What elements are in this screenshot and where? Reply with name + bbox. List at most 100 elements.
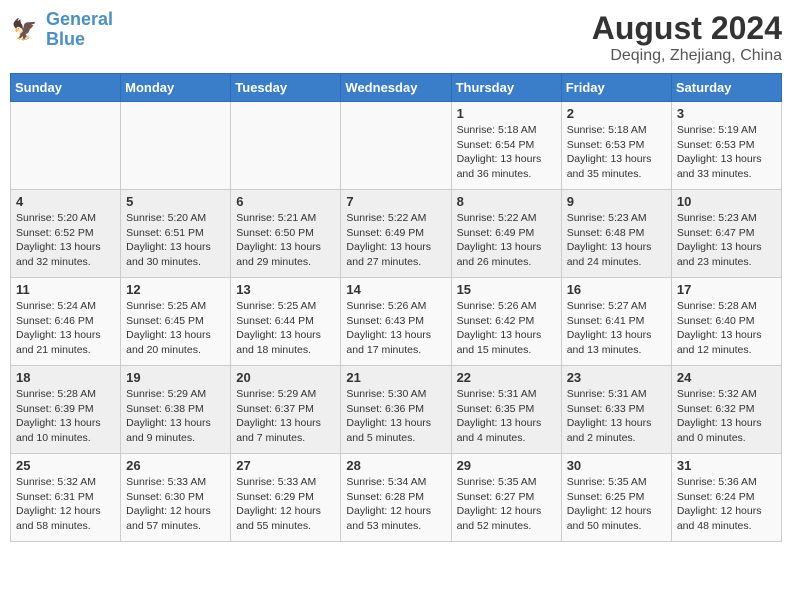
cell-info: Sunrise: 5:30 AM Sunset: 6:36 PM Dayligh… — [346, 387, 445, 446]
cell-info: Sunrise: 5:28 AM Sunset: 6:39 PM Dayligh… — [16, 387, 115, 446]
location: Deqing, Zhejiang, China — [592, 47, 782, 65]
week-row-4: 18Sunrise: 5:28 AM Sunset: 6:39 PM Dayli… — [11, 366, 782, 454]
cell-info: Sunrise: 5:20 AM Sunset: 6:51 PM Dayligh… — [126, 211, 225, 270]
day-number: 25 — [16, 458, 115, 473]
calendar-cell-3-1: 19 Sunrise: 5:29 AM Sunset: 6:38 PM Dayli… — [121, 366, 231, 454]
week-row-5: 25 Sunrise: 5:32 AM Sunset: 6:31 PM Dayli… — [11, 454, 782, 542]
day-number: 6 — [236, 194, 335, 209]
cell-info: Sunrise: 5:24 AM Sunset: 6:46 PM Dayligh… — [16, 299, 115, 358]
day-number: 1 — [457, 106, 556, 121]
cell-info: Sunrise: 5:23 AM Sunset: 6:47 PM Dayligh… — [677, 211, 776, 270]
calendar-cell-1-0: 4 Sunrise: 5:20 AM Sunset: 6:52 PM Daylig… — [11, 190, 121, 278]
day-number: 19 — [126, 370, 225, 385]
cell-info: Sunrise: 5:23 AM Sunset: 6:48 PM Dayligh… — [567, 211, 666, 270]
cell-info: Sunrise: 5:21 AM Sunset: 6:50 PM Dayligh… — [236, 211, 335, 270]
day-number: 28 — [346, 458, 445, 473]
cell-info: Sunrise: 5:22 AM Sunset: 6:49 PM Dayligh… — [346, 211, 445, 270]
calendar-cell-0-1 — [121, 102, 231, 190]
day-number: 31 — [677, 458, 776, 473]
cell-info: Sunrise: 5:31 AM Sunset: 6:33 PM Dayligh… — [567, 387, 666, 446]
cell-info: Sunrise: 5:31 AM Sunset: 6:35 PM Dayligh… — [457, 387, 556, 446]
calendar-cell-4-3: 28Sunrise: 5:34 AM Sunset: 6:28 PM Dayli… — [341, 454, 451, 542]
day-number: 4 — [16, 194, 115, 209]
calendar-cell-1-5: 9 Sunrise: 5:23 AM Sunset: 6:48 PM Daylig… — [561, 190, 671, 278]
calendar-cell-4-0: 25 Sunrise: 5:32 AM Sunset: 6:31 PM Dayli… — [11, 454, 121, 542]
cell-info: Sunrise: 5:18 AM Sunset: 6:54 PM Dayligh… — [457, 123, 556, 182]
day-number: 24 — [677, 370, 776, 385]
svg-text:🦅: 🦅 — [12, 16, 38, 41]
weekday-header-friday: Friday — [561, 74, 671, 102]
calendar-cell-4-5: 30Sunrise: 5:35 AM Sunset: 6:25 PM Dayli… — [561, 454, 671, 542]
calendar-cell-2-4: 15 Sunrise: 5:26 AM Sunset: 6:42 PM Dayli… — [451, 278, 561, 366]
cell-info: Sunrise: 5:25 AM Sunset: 6:45 PM Dayligh… — [126, 299, 225, 358]
calendar-cell-0-3 — [341, 102, 451, 190]
weekday-header-wednesday: Wednesday — [341, 74, 451, 102]
day-number: 9 — [567, 194, 666, 209]
weekday-header-saturday: Saturday — [671, 74, 781, 102]
calendar-cell-0-5: 2 Sunrise: 5:18 AM Sunset: 6:53 PM Daylig… — [561, 102, 671, 190]
week-row-2: 4 Sunrise: 5:20 AM Sunset: 6:52 PM Daylig… — [11, 190, 782, 278]
weekday-header-tuesday: Tuesday — [231, 74, 341, 102]
cell-info: Sunrise: 5:36 AM Sunset: 6:24 PM Dayligh… — [677, 475, 776, 534]
day-number: 17 — [677, 282, 776, 297]
cell-info: Sunrise: 5:18 AM Sunset: 6:53 PM Dayligh… — [567, 123, 666, 182]
cell-info: Sunrise: 5:20 AM Sunset: 6:52 PM Dayligh… — [16, 211, 115, 270]
calendar-cell-4-1: 26Sunrise: 5:33 AM Sunset: 6:30 PM Dayli… — [121, 454, 231, 542]
cell-info: Sunrise: 5:25 AM Sunset: 6:44 PM Dayligh… — [236, 299, 335, 358]
calendar-cell-2-1: 12 Sunrise: 5:25 AM Sunset: 6:45 PM Dayli… — [121, 278, 231, 366]
cell-info: Sunrise: 5:32 AM Sunset: 6:32 PM Dayligh… — [677, 387, 776, 446]
day-number: 2 — [567, 106, 666, 121]
calendar-cell-2-5: 16 Sunrise: 5:27 AM Sunset: 6:41 PM Dayli… — [561, 278, 671, 366]
calendar-cell-3-3: 21 Sunrise: 5:30 AM Sunset: 6:36 PM Dayli… — [341, 366, 451, 454]
day-number: 20 — [236, 370, 335, 385]
calendar-cell-0-6: 3Sunrise: 5:19 AM Sunset: 6:53 PM Daylig… — [671, 102, 781, 190]
calendar-cell-2-0: 11 Sunrise: 5:24 AM Sunset: 6:46 PM Dayli… — [11, 278, 121, 366]
cell-info: Sunrise: 5:33 AM Sunset: 6:29 PM Dayligh… — [236, 475, 335, 534]
weekday-header-monday: Monday — [121, 74, 231, 102]
calendar-cell-3-0: 18Sunrise: 5:28 AM Sunset: 6:39 PM Dayli… — [11, 366, 121, 454]
calendar-cell-3-6: 24 Sunrise: 5:32 AM Sunset: 6:32 PM Dayli… — [671, 366, 781, 454]
cell-info: Sunrise: 5:26 AM Sunset: 6:43 PM Dayligh… — [346, 299, 445, 358]
calendar-cell-2-6: 17 Sunrise: 5:28 AM Sunset: 6:40 PM Dayli… — [671, 278, 781, 366]
cell-info: Sunrise: 5:27 AM Sunset: 6:41 PM Dayligh… — [567, 299, 666, 358]
calendar-cell-0-0 — [11, 102, 121, 190]
cell-info: Sunrise: 5:32 AM Sunset: 6:31 PM Dayligh… — [16, 475, 115, 534]
logo-text: General Blue — [46, 10, 113, 50]
logo-blue: Blue — [46, 29, 85, 49]
calendar-table: SundayMondayTuesdayWednesdayThursdayFrid… — [10, 73, 782, 542]
day-number: 22 — [457, 370, 556, 385]
day-number: 15 — [457, 282, 556, 297]
day-number: 26 — [126, 458, 225, 473]
day-number: 16 — [567, 282, 666, 297]
week-row-1: 1 Sunrise: 5:18 AM Sunset: 6:54 PM Daylig… — [11, 102, 782, 190]
calendar-cell-2-3: 14 Sunrise: 5:26 AM Sunset: 6:43 PM Dayli… — [341, 278, 451, 366]
day-number: 14 — [346, 282, 445, 297]
day-number: 27 — [236, 458, 335, 473]
logo-icon: 🦅 — [10, 14, 42, 46]
day-number: 12 — [126, 282, 225, 297]
day-number: 21 — [346, 370, 445, 385]
day-number: 10 — [677, 194, 776, 209]
cell-info: Sunrise: 5:26 AM Sunset: 6:42 PM Dayligh… — [457, 299, 556, 358]
calendar-cell-1-3: 7 Sunrise: 5:22 AM Sunset: 6:49 PM Daylig… — [341, 190, 451, 278]
page-header: 🦅 General Blue August 2024 Deqing, Zheji… — [10, 10, 782, 65]
calendar-cell-1-1: 5Sunrise: 5:20 AM Sunset: 6:51 PM Daylig… — [121, 190, 231, 278]
cell-info: Sunrise: 5:29 AM Sunset: 6:37 PM Dayligh… — [236, 387, 335, 446]
calendar-cell-3-4: 22 Sunrise: 5:31 AM Sunset: 6:35 PM Dayli… — [451, 366, 561, 454]
calendar-cell-1-2: 6 Sunrise: 5:21 AM Sunset: 6:50 PM Daylig… — [231, 190, 341, 278]
calendar-cell-0-2 — [231, 102, 341, 190]
calendar-cell-4-2: 27 Sunrise: 5:33 AM Sunset: 6:29 PM Dayli… — [231, 454, 341, 542]
calendar-cell-1-4: 8Sunrise: 5:22 AM Sunset: 6:49 PM Daylig… — [451, 190, 561, 278]
calendar-cell-1-6: 10 Sunrise: 5:23 AM Sunset: 6:47 PM Dayli… — [671, 190, 781, 278]
cell-info: Sunrise: 5:35 AM Sunset: 6:27 PM Dayligh… — [457, 475, 556, 534]
calendar-cell-4-6: 31 Sunrise: 5:36 AM Sunset: 6:24 PM Dayli… — [671, 454, 781, 542]
cell-info: Sunrise: 5:28 AM Sunset: 6:40 PM Dayligh… — [677, 299, 776, 358]
calendar-cell-3-2: 20 Sunrise: 5:29 AM Sunset: 6:37 PM Dayli… — [231, 366, 341, 454]
day-number: 11 — [16, 282, 115, 297]
calendar-cell-4-4: 29 Sunrise: 5:35 AM Sunset: 6:27 PM Dayli… — [451, 454, 561, 542]
calendar-cell-2-2: 13Sunrise: 5:25 AM Sunset: 6:44 PM Dayli… — [231, 278, 341, 366]
cell-info: Sunrise: 5:35 AM Sunset: 6:25 PM Dayligh… — [567, 475, 666, 534]
day-number: 7 — [346, 194, 445, 209]
day-number: 29 — [457, 458, 556, 473]
cell-info: Sunrise: 5:29 AM Sunset: 6:38 PM Dayligh… — [126, 387, 225, 446]
